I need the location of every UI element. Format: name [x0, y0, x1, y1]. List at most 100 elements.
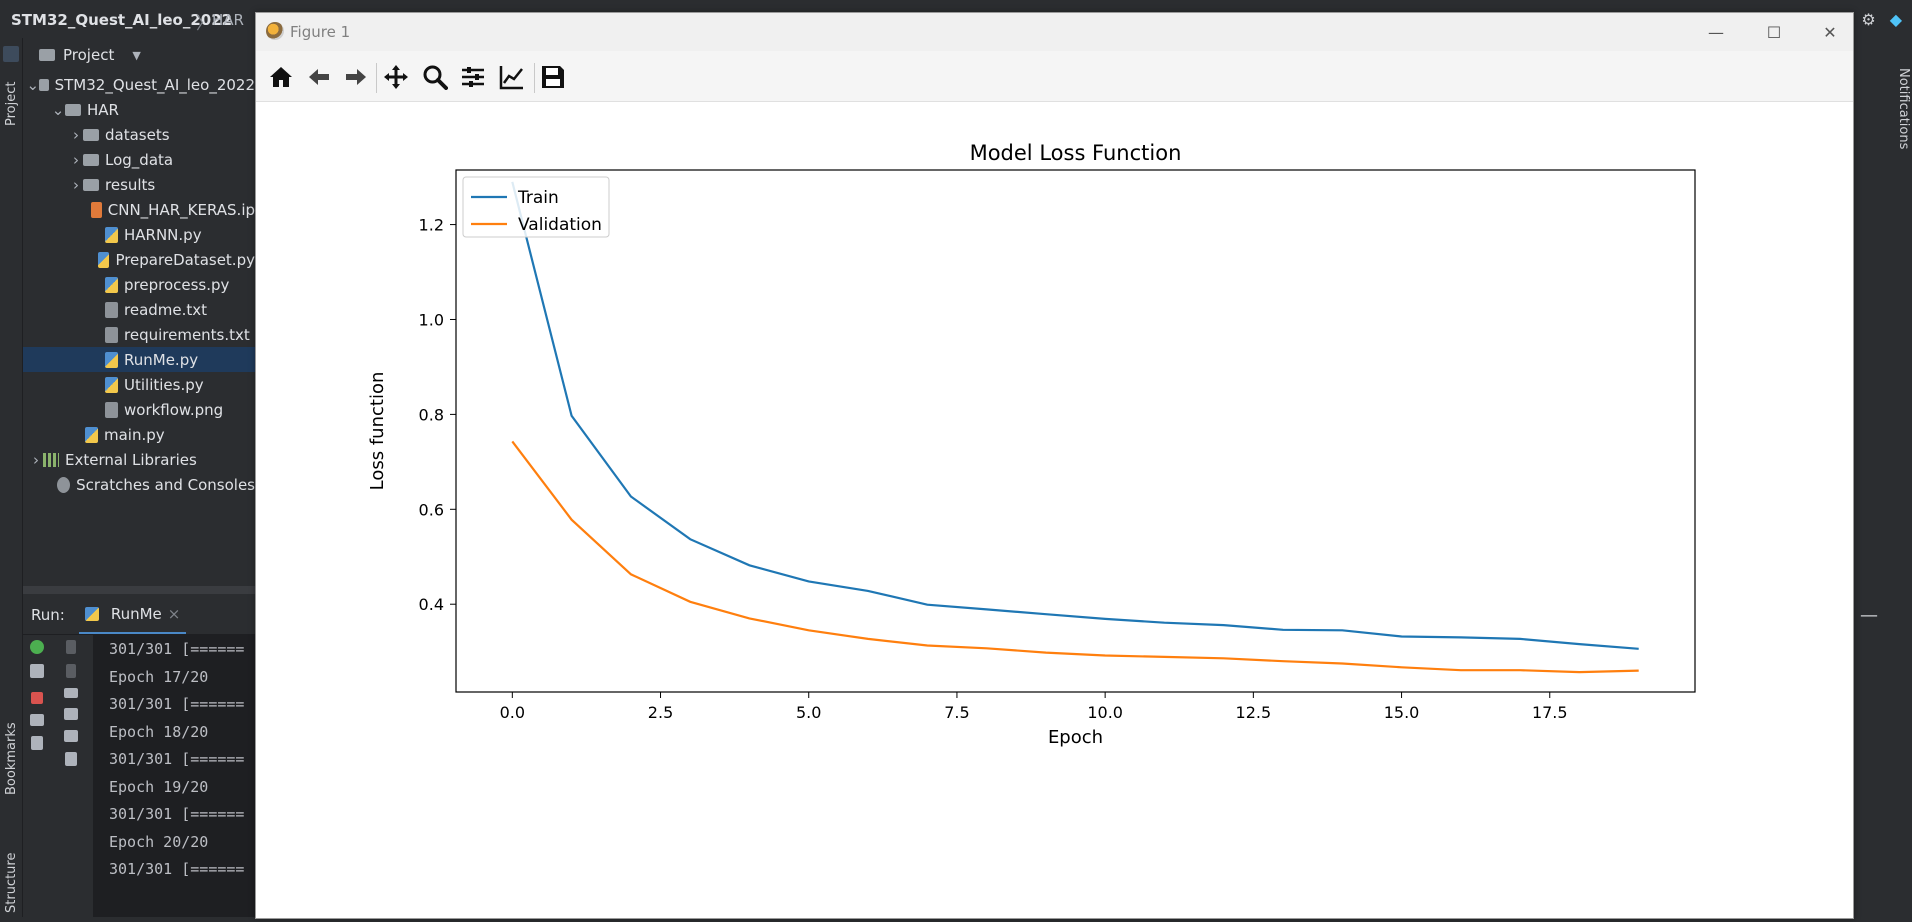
- scroll-to-end-icon[interactable]: [64, 708, 78, 720]
- y-tick-label: 1.2: [419, 216, 444, 235]
- pan-icon[interactable]: [383, 64, 409, 90]
- loss-chart: Model Loss Function 0.0 2.5 5.0 7.5 10.0 12.5 1…: [367, 141, 1696, 748]
- project-tool-label[interactable]: Project: [4, 82, 19, 126]
- x-tick-label: 17.5: [1532, 703, 1568, 722]
- project-horizontal-scrollbar[interactable]: [23, 586, 255, 594]
- chart-title: Model Loss Function: [970, 141, 1182, 165]
- rerun-icon[interactable]: [30, 640, 44, 654]
- jetbrains-logo-icon: ◆: [1889, 10, 1902, 29]
- tree-item[interactable]: PrepareDataset.py: [23, 247, 255, 272]
- text-file-icon: [105, 301, 118, 318]
- settings-icon[interactable]: ⚙: [1861, 10, 1875, 29]
- figure-title-bar[interactable]: Figure 1 — ☐ ✕: [256, 13, 1853, 51]
- project-tool-icon[interactable]: [3, 46, 19, 62]
- zoom-icon[interactable]: [422, 64, 448, 90]
- ide-top-right-icons: ⚙ ◆: [1861, 10, 1902, 29]
- wrench-icon[interactable]: [30, 664, 44, 678]
- print-icon[interactable]: [64, 730, 78, 742]
- run-toolbar-secondary: [57, 634, 85, 917]
- run-tabs: Run: RunMe ×: [23, 596, 255, 635]
- tree-item[interactable]: Utilities.py: [23, 372, 255, 397]
- chevron-down-icon[interactable]: ▼: [132, 49, 140, 62]
- tree-item[interactable]: › results: [23, 172, 255, 197]
- tree-item[interactable]: › datasets: [23, 122, 255, 147]
- pin-icon[interactable]: [31, 736, 43, 750]
- soft-wrap-icon[interactable]: [64, 688, 78, 698]
- chevron-right-icon[interactable]: ›: [69, 151, 83, 169]
- tab-runme[interactable]: RunMe ×: [78, 596, 187, 634]
- tree-item[interactable]: › External Libraries: [23, 447, 255, 472]
- figure-title: Figure 1: [290, 23, 351, 41]
- tree-item[interactable]: readme.txt: [23, 297, 255, 322]
- stop-icon[interactable]: [31, 692, 43, 704]
- tree-item[interactable]: ⌄ STM32_Quest_AI_leo_2022: [23, 72, 255, 97]
- edit-axis-icon[interactable]: [499, 64, 525, 90]
- tree-item[interactable]: CNN_HAR_KERAS.ip: [23, 197, 255, 222]
- trash-icon[interactable]: [65, 752, 77, 766]
- tree-item-label: workflow.png: [124, 400, 224, 419]
- console-line: Epoch 20/20: [109, 832, 209, 851]
- notebook-file-icon: [90, 201, 102, 218]
- tree-item-label: STM32_Quest_AI_leo_2022: [54, 75, 255, 94]
- tree-item[interactable]: main.py: [23, 422, 255, 447]
- legend-label: Validation: [518, 215, 602, 235]
- layout-icon[interactable]: [30, 714, 44, 726]
- python-file-icon: [84, 607, 99, 621]
- chevron-right-icon[interactable]: ›: [29, 451, 43, 469]
- chevron-right-icon[interactable]: ›: [69, 176, 83, 194]
- folder-icon: [39, 78, 49, 91]
- maximize-button[interactable]: ☐: [1751, 20, 1797, 46]
- project-panel-header[interactable]: Project ▼: [23, 38, 255, 72]
- y-tick-label: 0.4: [419, 595, 444, 614]
- arrow-up-icon[interactable]: [66, 640, 76, 654]
- tree-item-label: main.py: [104, 425, 165, 444]
- y-tick-label: 0.6: [419, 500, 444, 519]
- minimize-panel-icon[interactable]: —: [1860, 605, 1882, 626]
- arrow-down-icon[interactable]: [66, 664, 76, 678]
- chevron-down-icon[interactable]: ⌄: [51, 101, 65, 119]
- console-line: 301/301 [======: [109, 860, 245, 878]
- subplots-icon[interactable]: [460, 64, 486, 90]
- tree-item-label: results: [105, 175, 156, 194]
- tree-item-label: preprocess.py: [124, 275, 230, 294]
- breadcrumb-har[interactable]: HAR: [212, 11, 244, 29]
- close-icon[interactable]: ×: [168, 605, 181, 623]
- console-line: Epoch 18/20: [109, 722, 209, 741]
- tree-item-label: HAR: [87, 100, 119, 119]
- tree-item[interactable]: ⌄ HAR: [23, 97, 255, 122]
- folder-icon: [83, 178, 99, 191]
- y-axis-label: Loss function: [367, 372, 388, 491]
- tree-item[interactable]: preprocess.py: [23, 272, 255, 297]
- x-tick-label: 5.0: [796, 703, 821, 722]
- x-tick-label: 7.5: [944, 703, 969, 722]
- console-line: 301/301 [======: [109, 805, 245, 823]
- tree-item-label: Utilities.py: [124, 375, 204, 394]
- python-file-icon: [105, 376, 118, 393]
- home-icon[interactable]: [268, 64, 294, 90]
- figure-canvas[interactable]: Model Loss Function 0.0 2.5 5.0 7.5 10.0 12.5 1…: [256, 102, 1853, 918]
- forward-icon[interactable]: [343, 64, 369, 90]
- chevron-right-icon[interactable]: ›: [69, 126, 83, 144]
- save-icon[interactable]: [540, 64, 566, 90]
- minimize-button[interactable]: —: [1693, 20, 1739, 46]
- tree-item[interactable]: RunMe.py: [23, 347, 255, 372]
- folder-icon: [83, 153, 99, 166]
- tree-item[interactable]: Scratches and Consoles: [23, 472, 255, 497]
- chevron-down-icon[interactable]: ⌄: [27, 76, 40, 94]
- tree-item[interactable]: HARNN.py: [23, 222, 255, 247]
- text-file-icon: [105, 326, 118, 343]
- y-tick-label: 1.0: [419, 310, 444, 329]
- back-icon[interactable]: [306, 64, 332, 90]
- close-button[interactable]: ✕: [1807, 20, 1853, 46]
- structure-tool-label[interactable]: Structure: [4, 853, 19, 913]
- right-tool-stripe: Notifications: [1890, 38, 1912, 917]
- notifications-tool-label[interactable]: Notifications: [1896, 68, 1911, 149]
- run-console[interactable]: 301/301 [====== Epoch 17/20 301/301 [=====…: [93, 634, 255, 917]
- tree-item-label: RunMe.py: [124, 350, 199, 369]
- tree-item[interactable]: workflow.png: [23, 397, 255, 422]
- tree-item[interactable]: › Log_data: [23, 147, 255, 172]
- tree-item[interactable]: requirements.txt: [23, 322, 255, 347]
- bookmarks-tool-label[interactable]: Bookmarks: [4, 722, 19, 795]
- python-file-icon: [85, 426, 98, 443]
- tree-item-label: HARNN.py: [124, 225, 202, 244]
